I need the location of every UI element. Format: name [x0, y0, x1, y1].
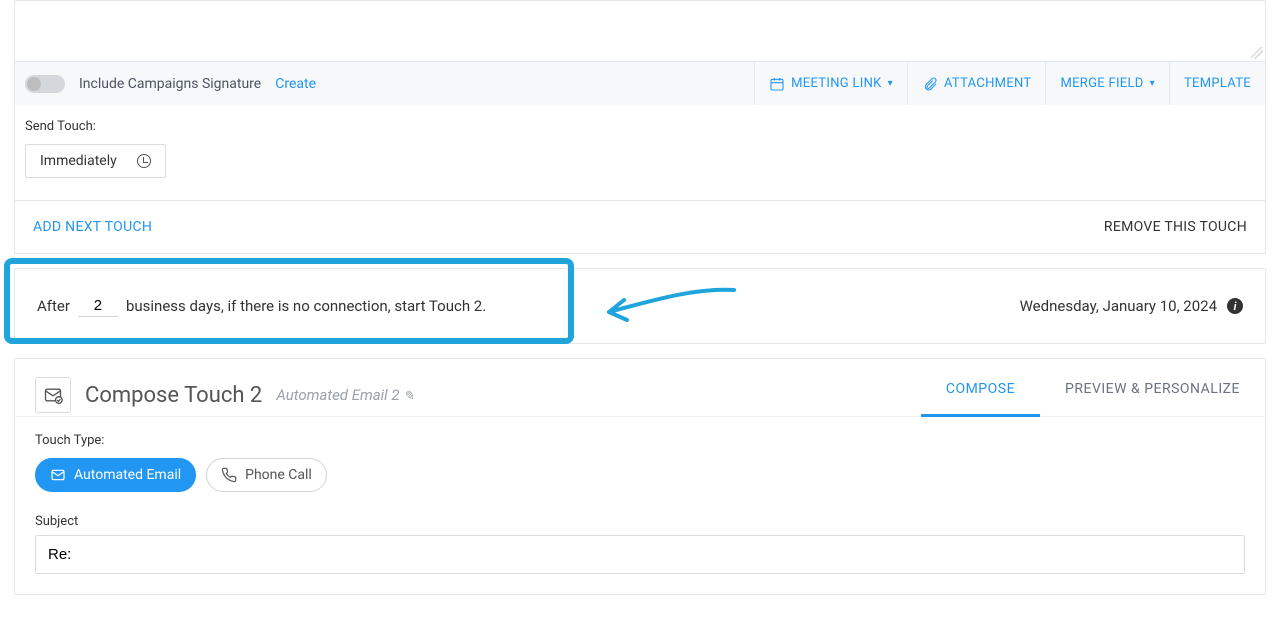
pencil-icon[interactable]: ✎ — [403, 389, 414, 404]
attachment-button[interactable]: ATTACHMENT — [907, 62, 1046, 105]
tab-compose[interactable]: COMPOSE — [941, 373, 1020, 417]
chevron-down-icon: ▾ — [1150, 78, 1155, 89]
compose-subtitle: Automated Email 2 — [276, 386, 399, 404]
touch-editor-panel: Include Campaigns Signature Create MEETI… — [14, 0, 1266, 254]
timing-prefix: After — [37, 297, 70, 315]
include-signature-label: Include Campaigns Signature — [79, 76, 261, 92]
touch-type-automated-label: Automated Email — [74, 467, 181, 483]
add-next-touch-button[interactable]: ADD NEXT TOUCH — [33, 219, 152, 235]
send-touch-label: Send Touch: — [25, 119, 1255, 134]
compose-title: Compose Touch 2 — [85, 383, 262, 408]
subject-label: Subject — [35, 514, 1245, 529]
email-icon — [50, 467, 66, 483]
create-signature-link[interactable]: Create — [275, 76, 316, 92]
tab-preview-personalize[interactable]: PREVIEW & PERSONALIZE — [1060, 373, 1245, 417]
compose-touch-panel: Compose Touch 2 Automated Email 2 ✎ COMP… — [14, 358, 1266, 595]
merge-field-label: MERGE FIELD — [1060, 76, 1143, 91]
touch-type-label: Touch Type: — [35, 433, 1245, 448]
template-label: TEMPLATE — [1184, 76, 1251, 91]
include-signature-toggle[interactable] — [25, 75, 65, 93]
timing-suffix: business days, if there is no connection… — [126, 297, 486, 315]
resize-handle-icon[interactable] — [1251, 47, 1263, 59]
phone-icon — [221, 467, 237, 483]
email-body-editor[interactable] — [15, 1, 1265, 61]
meeting-link-button[interactable]: MEETING LINK ▾ — [754, 62, 907, 105]
meeting-link-label: MEETING LINK — [791, 76, 881, 91]
send-touch-selector[interactable]: Immediately — [25, 144, 166, 178]
arrow-annotation-icon — [594, 280, 744, 330]
touch-type-phone-label: Phone Call — [245, 467, 312, 483]
merge-field-button[interactable]: MERGE FIELD ▾ — [1045, 62, 1169, 105]
clock-icon — [137, 154, 151, 168]
editor-toolbar: Include Campaigns Signature Create MEETI… — [15, 61, 1265, 105]
touch-type-automated-email[interactable]: Automated Email — [35, 458, 196, 492]
calendar-icon — [769, 76, 785, 92]
timing-date: Wednesday, January 10, 2024 — [1020, 297, 1217, 315]
automated-email-icon — [35, 377, 71, 413]
touch-type-phone-call[interactable]: Phone Call — [206, 458, 327, 492]
attachment-icon — [922, 76, 938, 92]
chevron-down-icon: ▾ — [888, 78, 893, 89]
template-button[interactable]: TEMPLATE — [1169, 62, 1265, 105]
remove-this-touch-button[interactable]: REMOVE THIS TOUCH — [1104, 219, 1247, 235]
timing-days-input[interactable] — [78, 295, 118, 317]
subject-input[interactable] — [35, 535, 1245, 574]
send-touch-value: Immediately — [40, 153, 117, 169]
info-icon[interactable]: i — [1227, 298, 1243, 314]
attachment-label: ATTACHMENT — [944, 76, 1032, 91]
